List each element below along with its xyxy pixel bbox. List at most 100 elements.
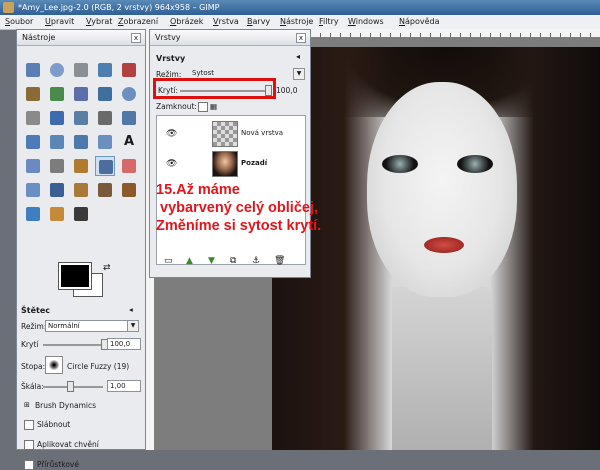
eye-icon[interactable]: 👁 bbox=[166, 129, 177, 139]
callout-line: vybarvený celý obličej, bbox=[156, 200, 319, 216]
layers-header: Vrstvy x bbox=[150, 30, 310, 46]
layer-name: Nová vrstva bbox=[241, 129, 284, 137]
menu-nastroje[interactable]: Nástroje bbox=[280, 16, 313, 28]
checker-icon: ▦ bbox=[210, 102, 218, 111]
brush-mode-select[interactable]: Normální ▼ bbox=[45, 320, 139, 332]
lock-alpha-checkbox[interactable] bbox=[198, 102, 208, 112]
ellipse-select-icon[interactable] bbox=[47, 60, 67, 80]
opacity-label: Krytí bbox=[21, 340, 39, 349]
rect-select-icon[interactable] bbox=[23, 60, 43, 80]
rotate-icon[interactable] bbox=[119, 108, 139, 128]
bucket-fill-icon[interactable] bbox=[23, 156, 43, 176]
layer-name: Pozadí bbox=[241, 159, 268, 167]
layers-panel: Vrstvy x Vrstvy ◂ Režim: Sytost ▼ Krytí:… bbox=[149, 29, 311, 278]
fade-checkbox[interactable] bbox=[24, 420, 34, 430]
menu-napoveda[interactable]: Nápověda bbox=[399, 16, 440, 28]
fuzzy-select-icon[interactable] bbox=[95, 60, 115, 80]
measure-icon[interactable] bbox=[23, 108, 43, 128]
opacity-slider[interactable] bbox=[43, 344, 103, 346]
layer-thumbnail bbox=[212, 151, 238, 177]
layer-thumbnail bbox=[212, 121, 238, 147]
paths-icon[interactable] bbox=[71, 84, 91, 104]
color-select-icon[interactable] bbox=[119, 60, 139, 80]
swap-colors-icon[interactable]: ⇄ bbox=[103, 263, 111, 273]
opacity-spinbox[interactable]: 100,0 bbox=[107, 338, 141, 350]
layer-row[interactable]: 👁 Nová vrstva bbox=[157, 118, 305, 148]
airbrush-icon[interactable] bbox=[23, 180, 43, 200]
scale-slider-handle[interactable] bbox=[67, 381, 74, 392]
image-canvas[interactable] bbox=[272, 47, 600, 450]
layer-opacity-value[interactable]: 100,0 bbox=[276, 86, 297, 95]
align-icon[interactable] bbox=[71, 108, 91, 128]
layer-actions: ▭ ▲ ▼ ⧉ ⚓ 🗑 bbox=[156, 253, 304, 271]
raise-layer-icon[interactable]: ▲ bbox=[186, 256, 193, 266]
lower-layer-icon[interactable]: ▼ bbox=[208, 256, 215, 266]
opacity-highlight-box bbox=[153, 78, 276, 99]
eye-icon[interactable]: 👁 bbox=[166, 159, 177, 169]
crop-icon[interactable] bbox=[95, 108, 115, 128]
portrait-lips bbox=[424, 237, 464, 253]
zoom-icon[interactable] bbox=[119, 84, 139, 104]
incremental-checkbox[interactable] bbox=[24, 460, 34, 470]
window-titlebar: *Amy_Lee.jpg-2.0 (RGB, 2 vrstvy) 964x958… bbox=[0, 0, 600, 15]
foreground-color-swatch[interactable] bbox=[58, 262, 92, 290]
layer-row[interactable]: 👁 Pozadí bbox=[157, 148, 305, 178]
toolbox-panel: Nástroje x A ⇄ Štětec ◂ Režim: Normální … bbox=[16, 29, 146, 470]
chevron-down-icon: ▼ bbox=[127, 321, 138, 331]
panel-menu-icon[interactable]: ◂ bbox=[296, 52, 305, 61]
move-icon[interactable] bbox=[47, 108, 67, 128]
menu-filtry[interactable]: Filtry bbox=[319, 16, 339, 28]
menu-vybrat[interactable]: Vybrat bbox=[86, 16, 112, 28]
scale-spinbox[interactable]: 1,00 bbox=[107, 380, 141, 392]
dodge-burn-icon[interactable] bbox=[71, 204, 91, 224]
lock-label: Zamknout: bbox=[156, 102, 197, 111]
heal-icon[interactable] bbox=[95, 180, 115, 200]
duplicate-layer-icon[interactable]: ⧉ bbox=[230, 256, 236, 266]
delete-layer-icon[interactable]: 🗑 bbox=[274, 256, 285, 266]
text-icon[interactable]: A bbox=[119, 132, 139, 152]
ink-icon[interactable] bbox=[47, 180, 67, 200]
mode-label: Režim: bbox=[21, 322, 47, 331]
scale-icon[interactable] bbox=[23, 132, 43, 152]
scissors-icon[interactable] bbox=[23, 84, 43, 104]
menu-zobrazeni[interactable]: Zobrazení bbox=[118, 16, 158, 28]
toolbox-header: Nástroje x bbox=[17, 30, 145, 46]
shear-icon[interactable] bbox=[47, 132, 67, 152]
perspective-icon[interactable] bbox=[71, 132, 91, 152]
free-select-icon[interactable] bbox=[71, 60, 91, 80]
blend-icon[interactable] bbox=[47, 156, 67, 176]
chevron-down-icon[interactable]: ▼ bbox=[293, 68, 305, 80]
color-picker-icon[interactable] bbox=[95, 84, 115, 104]
perspective-clone-icon[interactable] bbox=[119, 180, 139, 200]
layers-close-button[interactable]: x bbox=[296, 33, 306, 43]
blur-icon[interactable] bbox=[23, 204, 43, 224]
pencil-icon[interactable] bbox=[71, 156, 91, 176]
brush-name: Circle Fuzzy (19) bbox=[67, 362, 130, 371]
smudge-icon[interactable] bbox=[47, 204, 67, 224]
menu-soubor[interactable]: Soubor bbox=[5, 16, 33, 28]
brush-preview[interactable] bbox=[45, 356, 63, 374]
jitter-checkbox[interactable] bbox=[24, 440, 34, 450]
brush-dynamics-expander[interactable]: Brush Dynamics bbox=[35, 401, 96, 410]
paintbrush-icon[interactable] bbox=[95, 156, 115, 176]
menu-windows[interactable]: Windows bbox=[348, 16, 384, 28]
flip-icon[interactable] bbox=[95, 132, 115, 152]
options-menu-icon[interactable]: ◂ bbox=[129, 305, 133, 314]
menu-obrazek[interactable]: Obrázek bbox=[170, 16, 203, 28]
toolbox-close-button[interactable]: x bbox=[131, 33, 141, 43]
eraser-icon[interactable] bbox=[119, 156, 139, 176]
jitter-label: Aplikovat chvění bbox=[37, 440, 99, 449]
fade-label: Slábnout bbox=[37, 420, 71, 429]
menu-vrstva[interactable]: Vrstva bbox=[213, 16, 239, 28]
new-layer-icon[interactable]: ▭ bbox=[164, 256, 173, 266]
menu-bar: Soubor Upravit Vybrat Zobrazení Obrázek Vrstv… bbox=[0, 15, 600, 30]
menu-upravit[interactable]: Upravit bbox=[45, 16, 74, 28]
anchor-layer-icon[interactable]: ⚓ bbox=[252, 256, 260, 266]
clone-icon[interactable] bbox=[71, 180, 91, 200]
portrait-eye-right bbox=[457, 155, 493, 173]
gimp-app-icon bbox=[3, 2, 14, 13]
layers-tab-title[interactable]: Vrstvy bbox=[155, 33, 181, 42]
menu-barvy[interactable]: Barvy bbox=[247, 16, 270, 28]
expand-icon[interactable]: ⊞ bbox=[24, 401, 30, 409]
foreground-select-icon[interactable] bbox=[47, 84, 67, 104]
